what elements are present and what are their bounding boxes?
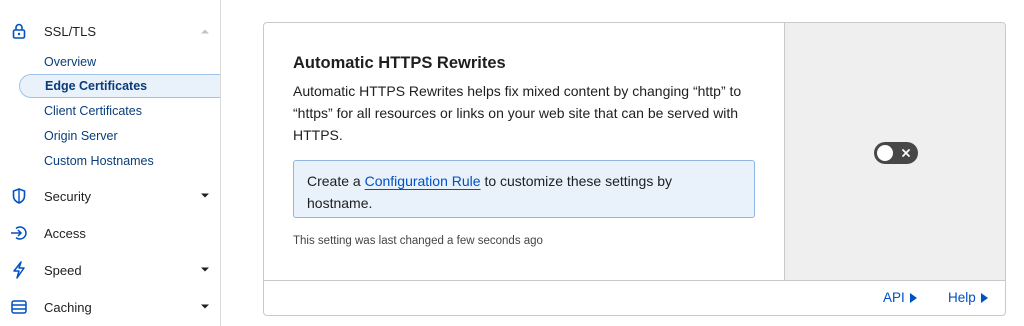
chevron-down-icon[interactable]: [199, 301, 211, 313]
setting-title: Automatic HTTPS Rewrites: [293, 54, 506, 72]
shield-icon: [10, 187, 28, 205]
chevron-down-icon[interactable]: [199, 264, 211, 276]
https-rewrites-toggle[interactable]: [874, 142, 918, 164]
sidebar: SSL/TLS Overview Edge Certificates Clien…: [0, 0, 221, 326]
last-changed-text: This setting was last changed a few seco…: [293, 235, 543, 247]
sidebar-item-label: Speed: [44, 262, 82, 278]
sidebar-subitem-label: Custom Hostnames: [44, 154, 154, 168]
info-callout: Create a Configuration Rule to customize…: [293, 160, 755, 218]
sidebar-item-access[interactable]: Access: [0, 222, 220, 244]
sidebar-subitem-custom-hostnames[interactable]: Custom Hostnames: [19, 149, 220, 173]
help-link-label: Help: [948, 290, 976, 305]
chevron-up-icon[interactable]: [199, 25, 211, 37]
setting-card-body: Automatic HTTPS Rewrites Automatic HTTPS…: [264, 23, 784, 280]
setting-card-footer: API Help: [264, 280, 1005, 315]
api-link[interactable]: API: [883, 290, 917, 305]
lock-icon: [10, 22, 28, 40]
sidebar-item-label: SSL/TLS: [44, 23, 97, 39]
setting-description: Automatic HTTPS Rewrites helps fix mixed…: [293, 83, 742, 143]
setting-card: Automatic HTTPS Rewrites Automatic HTTPS…: [263, 22, 1006, 316]
sidebar-subitem-label: Edge Certificates: [45, 79, 148, 93]
sidebar-item-label: Caching: [44, 299, 92, 315]
sidebar-item-security[interactable]: Security: [0, 185, 220, 207]
sidebar-subitem-edge-certificates[interactable]: Edge Certificates: [19, 74, 220, 98]
close-icon: [898, 145, 914, 161]
sidebar-item-label: Security: [44, 188, 91, 204]
configuration-rule-link[interactable]: Configuration Rule: [365, 173, 481, 189]
toggle-knob: [877, 145, 893, 161]
lightning-icon: [10, 261, 28, 279]
sidebar-item-caching[interactable]: Caching: [0, 296, 220, 318]
caret-right-icon: [909, 292, 917, 303]
setting-control-panel: [784, 23, 1005, 280]
sidebar-item-speed[interactable]: Speed: [0, 259, 220, 281]
chevron-down-icon[interactable]: [199, 190, 211, 202]
caret-right-icon: [980, 292, 988, 303]
help-link[interactable]: Help: [948, 290, 988, 305]
sidebar-subitem-overview[interactable]: Overview: [19, 50, 220, 74]
sidebar-subitem-client-certificates[interactable]: Client Certificates: [19, 99, 220, 123]
sidebar-subitem-label: Origin Server: [44, 129, 118, 143]
caching-icon: [10, 298, 28, 316]
api-link-label: API: [883, 290, 905, 305]
sidebar-item-label: Access: [44, 225, 86, 241]
sidebar-item-ssl-tls[interactable]: SSL/TLS: [0, 20, 220, 42]
sidebar-subitem-origin-server[interactable]: Origin Server: [19, 124, 220, 148]
sidebar-subitem-label: Overview: [44, 55, 97, 69]
access-icon: [10, 224, 28, 242]
callout-prefix: Create a: [307, 173, 365, 189]
sidebar-subitem-label: Client Certificates: [44, 104, 142, 118]
